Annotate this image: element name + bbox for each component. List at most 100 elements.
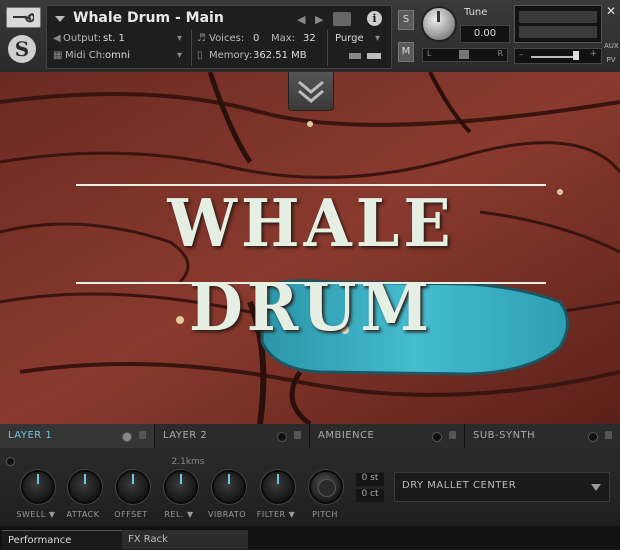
camera-icon[interactable] — [333, 12, 351, 26]
filter-knob[interactable] — [261, 470, 295, 504]
tab-power-icon[interactable] — [432, 432, 442, 442]
pitch-cent-value[interactable]: 0 ct — [356, 489, 384, 502]
tab-power-icon[interactable] — [588, 432, 598, 442]
knob-indicator — [132, 474, 134, 484]
vibrato-knob[interactable] — [212, 470, 246, 504]
whale-drum-logo: WHALE DRUM — [167, 185, 455, 346]
lock-icon[interactable] — [605, 431, 612, 439]
purge-meter-icon — [367, 53, 381, 59]
chevron-down-icon — [298, 80, 324, 103]
volume-slider[interactable]: – + — [514, 48, 602, 64]
release-knob[interactable] — [164, 470, 198, 504]
purge-meter-icon — [349, 53, 361, 59]
volume-handle[interactable] — [573, 51, 579, 60]
next-instrument-icon[interactable]: ▶ — [315, 13, 323, 26]
instrument-side-buttons: ✕ AUX PV — [604, 4, 619, 64]
articulation-dropdown[interactable]: DRY MALLET CENTER — [394, 472, 610, 502]
output-icon: ◀ — [53, 33, 61, 44]
output-label: Output: — [63, 33, 102, 44]
instrument-side-bar — [604, 32, 618, 40]
close-icon[interactable]: ✕ — [604, 4, 618, 18]
tab-label: LAYER 1 — [8, 430, 53, 441]
knob-indicator — [84, 474, 86, 484]
lock-icon[interactable] — [449, 431, 456, 439]
volume-plus-icon: + — [589, 49, 597, 59]
instrument-header: S Whale Drum - Main ◀ ▶ i ◀ Output: st. … — [0, 0, 620, 72]
memory-icon: ▯ — [197, 50, 203, 61]
pitch-label: PITCH — [312, 510, 338, 519]
tab-power-icon[interactable] — [122, 432, 132, 442]
knob-indicator — [277, 474, 279, 484]
volume-track — [531, 56, 577, 58]
level-meter-right — [519, 26, 597, 38]
vibrato-label: VIBRATO — [207, 510, 247, 519]
dropdown-arrow-icon — [591, 484, 601, 491]
collapse-triangle-icon[interactable] — [55, 16, 65, 22]
pitch-knob[interactable] — [309, 470, 343, 504]
output-selector[interactable]: st. 1 — [103, 33, 125, 44]
collapse-panel-button[interactable] — [288, 72, 334, 111]
instrument-info-panel: Whale Drum - Main ◀ ▶ i ◀ Output: st. 1 … — [46, 5, 392, 69]
tab-ambience[interactable]: AMBIENCE — [310, 424, 465, 448]
knob-indicator — [37, 474, 39, 484]
native-instruments-logo: S — [8, 35, 36, 63]
purge-dropdown-icon[interactable]: ▾ — [375, 33, 380, 44]
solo-button[interactable]: S — [398, 10, 414, 30]
level-meter-left — [519, 11, 597, 23]
layer-tabs: LAYER 1 LAYER 2 AMBIENCE SUB-SYNTH — [0, 424, 620, 448]
tab-label: AMBIENCE — [318, 430, 375, 441]
output-dropdown-icon[interactable]: ▾ — [177, 33, 182, 44]
tab-power-icon[interactable] — [277, 432, 287, 442]
offset-knob[interactable] — [116, 470, 150, 504]
release-value: 2.1kms — [171, 457, 205, 467]
midi-dropdown-icon[interactable]: ▾ — [177, 50, 182, 61]
volume-minus-icon: – — [519, 50, 524, 60]
pan-left-label: L — [427, 49, 432, 58]
knob-indicator — [180, 474, 182, 484]
lock-icon[interactable] — [294, 431, 301, 439]
articulation-selected: DRY MALLET CENTER — [402, 480, 517, 491]
layer-controls: 2.1kms SWELL ▼ ATTACK OFFSET REL. ▼ VIBR… — [0, 448, 620, 526]
tune-value[interactable]: 0.00 — [460, 25, 510, 43]
voices-label: Voices: — [209, 33, 245, 44]
info-icon[interactable]: i — [367, 11, 382, 26]
mute-button[interactable]: M — [398, 42, 414, 62]
tab-layer-2[interactable]: LAYER 2 — [155, 424, 310, 448]
level-meters — [514, 5, 602, 43]
tab-label: SUB-SYNTH — [473, 430, 536, 441]
midi-channel-label: Midi Ch: — [65, 50, 106, 61]
aux-button[interactable]: AUX — [604, 42, 619, 50]
wrench-icon[interactable] — [6, 7, 41, 28]
pitch-knob-cap — [318, 479, 336, 497]
tab-layer-1[interactable]: LAYER 1 — [0, 424, 155, 448]
max-voices-label: Max: — [271, 33, 296, 44]
memory-label: Memory: — [209, 50, 253, 61]
bottom-tab-bar: Performance FX Rack — [0, 526, 620, 550]
attack-knob[interactable] — [68, 470, 102, 504]
tab-fx-rack[interactable]: FX Rack — [122, 530, 248, 549]
lock-icon[interactable] — [139, 431, 146, 439]
prev-instrument-icon[interactable]: ◀ — [297, 13, 305, 26]
midi-channel-selector[interactable]: omni — [105, 50, 130, 61]
midi-icon: ▦ — [53, 50, 63, 61]
max-voices-field[interactable]: 32 — [303, 33, 316, 44]
knob-indicator — [228, 474, 230, 484]
instrument-title[interactable]: Whale Drum - Main — [73, 10, 224, 26]
filter-label[interactable]: FILTER ▼ — [248, 510, 304, 519]
purge-button[interactable]: Purge — [335, 33, 364, 44]
voices-value: 0 — [253, 33, 260, 44]
swell-knob[interactable] — [21, 470, 55, 504]
instrument-artwork: WHALE DRUM — [0, 72, 620, 424]
memory-value: 362.51 MB — [253, 50, 307, 61]
pan-slider[interactable]: L R — [422, 48, 508, 62]
pitch-semitone-value[interactable]: 0 st — [356, 473, 384, 486]
layer-power-icon[interactable] — [6, 457, 15, 466]
pan-handle[interactable] — [459, 50, 469, 59]
tab-performance[interactable]: Performance — [2, 530, 124, 550]
tune-label: Tune — [464, 7, 488, 18]
tune-knob[interactable] — [421, 6, 457, 42]
tab-sub-synth[interactable]: SUB-SYNTH — [465, 424, 620, 448]
pv-button[interactable]: PV — [604, 56, 618, 64]
pan-right-label: R — [497, 49, 503, 58]
tab-label: LAYER 2 — [163, 430, 208, 441]
